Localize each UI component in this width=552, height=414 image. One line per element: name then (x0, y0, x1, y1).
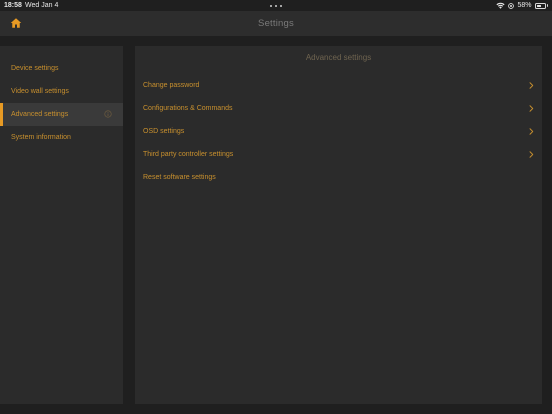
sidebar-item-advanced-settings[interactable]: Advanced settings (0, 103, 123, 126)
wifi-icon (496, 2, 506, 9)
row-label: Configurations & Commands (143, 105, 233, 112)
advanced-settings-panel: Advanced settings Change password Config… (135, 46, 542, 404)
status-bar: 18:58 Wed Jan 4 58% (0, 0, 552, 11)
status-time: 18:58 (4, 2, 22, 9)
sidebar-item-label: Advanced settings (11, 111, 69, 118)
status-indicators: 58% (496, 0, 548, 11)
configurations-commands-row[interactable]: Configurations & Commands (135, 97, 542, 120)
row-label: Third party controller settings (143, 151, 234, 158)
row-label: Change password (143, 82, 200, 89)
sidebar-item-label: Video wall settings (11, 88, 69, 95)
page-title: Settings (258, 18, 294, 29)
status-date: Wed Jan 4 (25, 2, 59, 9)
sidebar-item-video-wall-settings[interactable]: Video wall settings (0, 80, 123, 103)
sidebar-item-label: Device settings (11, 65, 59, 72)
sidebar-item-label: System information (11, 134, 71, 141)
reset-software-settings-row[interactable]: Reset software settings (135, 166, 542, 189)
multitasking-dots-icon[interactable] (270, 2, 282, 10)
row-label: OSD settings (143, 128, 185, 135)
info-icon (104, 110, 112, 118)
third-party-controller-settings-row[interactable]: Third party controller settings (135, 143, 542, 166)
chevron-right-icon (529, 82, 534, 89)
battery-cap (546, 4, 548, 7)
panel-title: Advanced settings (305, 53, 372, 62)
chevron-right-icon (529, 151, 534, 158)
sidebar-item-device-settings[interactable]: Device settings (0, 57, 123, 80)
battery-icon (534, 2, 546, 9)
row-label: Reset software settings (143, 174, 216, 181)
battery-level (536, 4, 541, 7)
ipad-screen: 18:58 Wed Jan 4 58% Settings Device sett… (0, 0, 552, 414)
settings-sidebar: Device settings Video wall settings Adva… (0, 46, 123, 404)
location-icon (508, 2, 515, 9)
sidebar-item-system-information[interactable]: System information (0, 126, 123, 149)
change-password-row[interactable]: Change password (135, 74, 542, 97)
osd-settings-row[interactable]: OSD settings (135, 120, 542, 143)
chevron-right-icon (529, 105, 534, 112)
chevron-right-icon (529, 128, 534, 135)
battery-percent: 58% (517, 2, 532, 9)
top-header: Settings (0, 11, 552, 36)
